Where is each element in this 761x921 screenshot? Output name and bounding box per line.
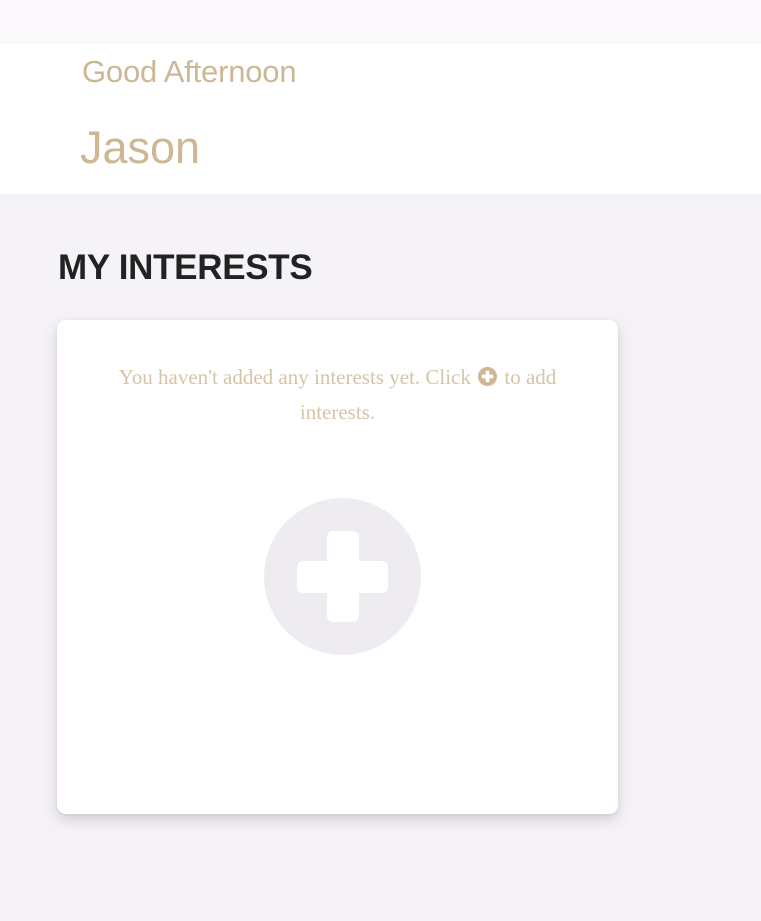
plus-circle-icon xyxy=(478,367,498,386)
plus-icon-bar xyxy=(297,561,388,593)
section-title-my-interests: MY INTERESTS xyxy=(58,248,313,287)
interests-card: You haven't added any interests yet. Cli… xyxy=(57,320,618,814)
greeting-text: Good Afternoon xyxy=(82,54,297,89)
empty-state-message: You haven't added any interests yet. Cli… xyxy=(97,360,578,430)
add-interest-button[interactable] xyxy=(264,498,421,655)
status-bar-area xyxy=(0,0,761,44)
empty-message-text-before: You haven't added any interests yet. Cli… xyxy=(118,365,471,389)
user-name: Jason xyxy=(80,122,201,173)
